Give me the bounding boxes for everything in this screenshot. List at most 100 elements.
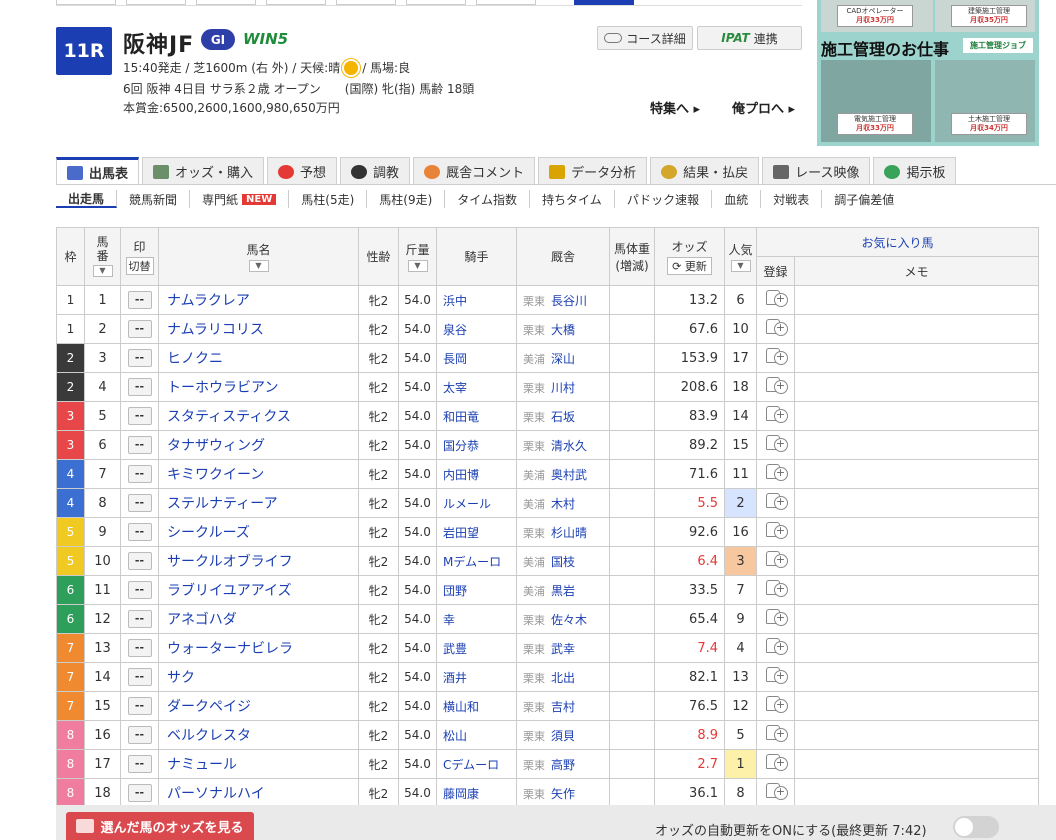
jockey-link[interactable]: 団野 [436, 575, 517, 605]
horse-name-link[interactable]: サク [158, 662, 359, 692]
jockey-link[interactable]: 内田博 [436, 459, 517, 489]
tokushu-link[interactable]: 特集へ ▸ [650, 98, 700, 117]
trainer-link[interactable]: 川村 [551, 381, 575, 395]
memo-cell[interactable] [794, 459, 1039, 489]
add-favorite-icon[interactable] [765, 376, 788, 394]
jockey-link[interactable]: Cデムーロ [436, 749, 517, 779]
mark-select[interactable]: -- [127, 465, 152, 483]
add-favorite-icon[interactable] [765, 347, 788, 365]
col-pop[interactable]: 人気 ▼ [724, 227, 757, 286]
subnav-item[interactable]: 対戦表 [761, 190, 823, 208]
horse-name-link[interactable]: ナムラクレア [158, 285, 359, 315]
mark-select[interactable]: -- [127, 610, 152, 628]
mark-select[interactable]: -- [127, 726, 152, 744]
tab-comment[interactable]: 厩舎コメント [413, 157, 536, 185]
jockey-link[interactable]: 浜中 [436, 285, 517, 315]
tab-odds[interactable]: オッズ・購入 [142, 157, 265, 185]
subnav-item[interactable]: 競馬新聞 [117, 190, 191, 208]
add-favorite-icon[interactable] [765, 434, 788, 452]
jockey-link[interactable]: ルメール [436, 488, 517, 518]
jockey-link[interactable]: 泉谷 [436, 314, 517, 344]
orepro-link[interactable]: 俺プロへ ▸ [732, 98, 795, 117]
jockey-link[interactable]: 松山 [436, 720, 517, 750]
mark-select[interactable]: -- [127, 407, 152, 425]
mark-select[interactable]: -- [127, 755, 152, 773]
tab-result[interactable]: 結果・払戻 [650, 157, 760, 185]
memo-cell[interactable] [794, 314, 1039, 344]
add-favorite-icon[interactable] [765, 753, 788, 771]
mark-select[interactable]: -- [127, 639, 152, 657]
mark-select[interactable]: -- [127, 552, 152, 570]
jockey-link[interactable]: 国分恭 [436, 430, 517, 460]
memo-cell[interactable] [794, 285, 1039, 315]
add-favorite-icon[interactable] [765, 521, 788, 539]
memo-cell[interactable] [794, 720, 1039, 750]
add-favorite-icon[interactable] [765, 608, 788, 626]
add-favorite-icon[interactable] [765, 695, 788, 713]
memo-cell[interactable] [794, 372, 1039, 402]
jockey-link[interactable]: 横山和 [436, 691, 517, 721]
add-favorite-icon[interactable] [765, 637, 788, 655]
memo-cell[interactable] [794, 662, 1039, 692]
tab-video[interactable]: レース映像 [762, 157, 871, 185]
ipat-link-button[interactable]: IPAT 連携 [697, 26, 802, 50]
trainer-link[interactable]: 奥村武 [551, 468, 587, 482]
trainer-link[interactable]: 長谷川 [551, 294, 587, 308]
jockey-link[interactable]: 酒井 [436, 662, 517, 692]
trainer-link[interactable]: 北出 [551, 671, 575, 685]
trainer-link[interactable]: 国枝 [551, 555, 575, 569]
auto-update-toggle[interactable] [953, 816, 999, 838]
subnav-item[interactable]: タイム指数 [445, 190, 531, 208]
memo-cell[interactable] [794, 778, 1039, 808]
add-favorite-icon[interactable] [765, 666, 788, 684]
horse-name-link[interactable]: サークルオブライフ [158, 546, 359, 576]
horse-name-link[interactable]: トーホウラビアン [158, 372, 359, 402]
subnav-item[interactable]: 馬柱(5走) [289, 190, 368, 208]
jockey-link[interactable]: 藤岡康 [436, 778, 517, 808]
kirikae-button[interactable]: 切替 [125, 257, 154, 275]
trainer-link[interactable]: 佐々木 [551, 613, 587, 627]
jockey-link[interactable]: 太宰 [436, 372, 517, 402]
horse-name-link[interactable]: ラブリイユアアイズ [158, 575, 359, 605]
mark-select[interactable]: -- [127, 581, 152, 599]
jockey-link[interactable]: 長岡 [436, 343, 517, 373]
memo-cell[interactable] [794, 691, 1039, 721]
tab-chokyo[interactable]: 調教 [340, 157, 411, 185]
add-favorite-icon[interactable] [765, 492, 788, 510]
subnav-item[interactable]: パドック速報 [615, 190, 713, 208]
jockey-link[interactable]: 武豊 [436, 633, 517, 663]
tab-data[interactable]: データ分析 [538, 157, 648, 185]
add-favorite-icon[interactable] [765, 405, 788, 423]
memo-cell[interactable] [794, 343, 1039, 373]
horse-name-link[interactable]: ナミュール [158, 749, 359, 779]
tab-shutsuba[interactable]: 出馬表 [56, 157, 140, 185]
col-umaban[interactable]: 馬番 ▼ [84, 227, 121, 286]
horse-name-link[interactable]: ウォーターナビレラ [158, 633, 359, 663]
add-favorite-icon[interactable] [765, 318, 788, 336]
col-name[interactable]: 馬名 ▼ [158, 227, 359, 286]
odds-update-button[interactable]: ⟳ 更新 [667, 257, 712, 275]
horse-name-link[interactable]: ベルクレスタ [158, 720, 359, 750]
subnav-item[interactable]: 持ちタイム [530, 190, 615, 208]
add-favorite-icon[interactable] [765, 782, 788, 800]
ad-banner[interactable]: CADオペレーター 月収33万円 建築施工管理 月収35万円 施工管理のお仕事 施工… [817, 0, 1039, 146]
trainer-link[interactable]: 杉山晴 [551, 526, 587, 540]
trainer-link[interactable]: 吉村 [551, 700, 575, 714]
horse-name-link[interactable]: スタティスティクス [158, 401, 359, 431]
trainer-link[interactable]: 深山 [551, 352, 575, 366]
jockey-link[interactable]: 和田竜 [436, 401, 517, 431]
tab-yoso[interactable]: 予想 [267, 157, 338, 185]
jockey-link[interactable]: 岩田望 [436, 517, 517, 547]
add-favorite-icon[interactable] [765, 463, 788, 481]
subnav-item[interactable]: 馬柱(9走) [367, 190, 446, 208]
trainer-link[interactable]: 武幸 [551, 642, 575, 656]
trainer-link[interactable]: 石坂 [551, 410, 575, 424]
horse-name-link[interactable]: ナムラリコリス [158, 314, 359, 344]
trainer-link[interactable]: 大橋 [551, 323, 575, 337]
trainer-link[interactable]: 須貝 [551, 729, 575, 743]
horse-name-link[interactable]: キミワクイーン [158, 459, 359, 489]
add-favorite-icon[interactable] [765, 724, 788, 742]
subnav-item[interactable]: 調子偏差値 [822, 190, 906, 208]
trainer-link[interactable]: 木村 [551, 497, 575, 511]
trainer-link[interactable]: 清水久 [551, 439, 587, 453]
